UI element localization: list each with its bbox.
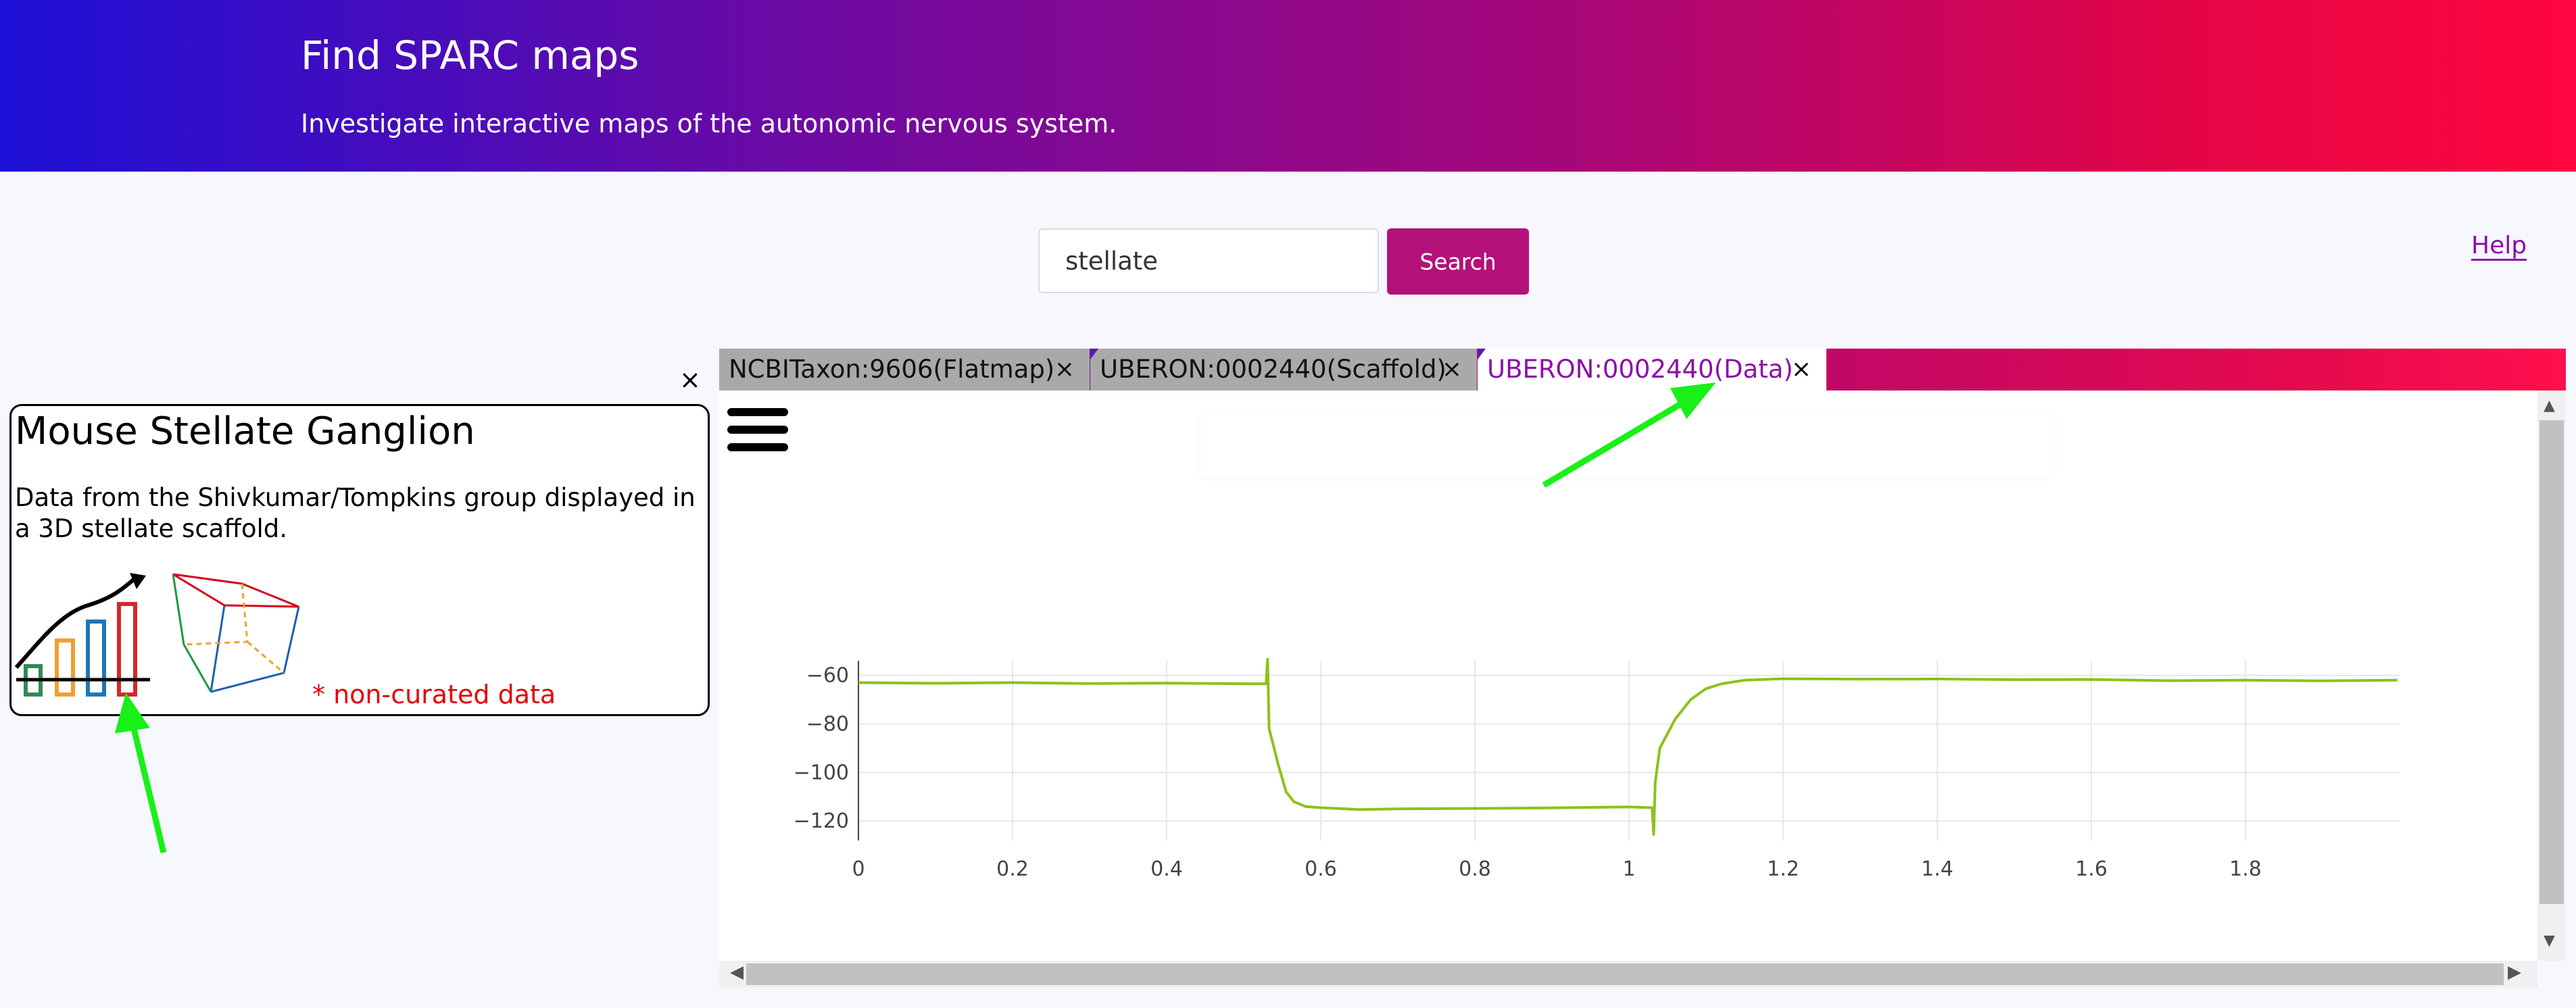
y-tick-label: −100 [794, 761, 849, 784]
dataset-thumbnail[interactable] [14, 566, 304, 701]
tab-close-icon[interactable]: × [1442, 349, 1462, 390]
tab-label: UBERON:0002440(Scaffold) [1100, 355, 1447, 384]
plot-title-area [1200, 415, 2053, 477]
scroll-right-icon[interactable]: ▶ [2508, 962, 2521, 982]
y-tick-label: −60 [806, 664, 849, 688]
page-subtitle: Investigate interactive maps of the auto… [301, 109, 1117, 138]
info-panel-description: Data from the Shivkumar/Tompkins group d… [15, 483, 696, 543]
scroll-left-icon[interactable]: ◀ [730, 962, 744, 982]
search-input[interactable] [1038, 228, 1379, 293]
header-banner: Find SPARC maps Investigate interactive … [0, 0, 2576, 172]
x-tick-label: 1.6 [2075, 857, 2108, 881]
chart-thumbnail-icon [14, 573, 150, 697]
vertical-scrollbar-thumb[interactable] [2539, 420, 2564, 904]
tab-divider-marker [1478, 349, 1486, 359]
tab-close-icon[interactable]: × [1054, 349, 1075, 390]
x-tick-label: 0.6 [1305, 857, 1337, 881]
x-tick-label: 0.8 [1459, 857, 1491, 881]
tab-scaffold[interactable]: UBERON:0002440(Scaffold) × [1090, 349, 1477, 390]
horizontal-scrollbar-thumb[interactable] [746, 963, 2504, 985]
tab-label: NCBITaxon:9606(Flatmap) [729, 355, 1055, 384]
search-button[interactable]: Search [1387, 228, 1529, 295]
x-tick-label: 1 [1622, 857, 1635, 881]
cube-scaffold-icon [172, 573, 300, 693]
close-info-panel-icon[interactable]: × [679, 365, 701, 395]
x-tick-label: 0.2 [996, 857, 1029, 881]
x-tick-label: 1.8 [2229, 857, 2262, 881]
hamburger-icon[interactable] [727, 407, 789, 454]
voltage-trace-chart[interactable]: 0 0.2 0.4 0.6 0.8 1 1.2 1.4 1.6 1.8 −60 −80 −100 −120 [784, 658, 2406, 894]
help-link[interactable]: Help [2471, 232, 2527, 259]
page-title: Find SPARC maps [301, 32, 639, 78]
y-tick-label: −120 [794, 809, 849, 833]
scroll-up-icon[interactable]: ▲ [2544, 397, 2555, 414]
voltage-trace-line [858, 658, 2398, 836]
tab-flatmap[interactable]: NCBITaxon:9606(Flatmap) × [719, 349, 1090, 390]
y-tick-label: −80 [806, 712, 849, 736]
x-tick-label: 0 [852, 857, 865, 881]
tab-label: UBERON:0002440(Data) [1487, 355, 1793, 384]
x-tick-label: 1.2 [1767, 857, 1799, 881]
tab-divider-marker [1090, 349, 1098, 359]
x-tick-label: 1.4 [1921, 857, 1953, 881]
annotation-arrow [114, 692, 167, 854]
info-panel-title: Mouse Stellate Ganglion [15, 409, 475, 453]
x-tick-label: 0.4 [1150, 857, 1183, 881]
non-curated-note: * non-curated data [312, 680, 556, 709]
tab-close-icon[interactable]: × [1791, 349, 1812, 390]
scroll-down-icon[interactable]: ▼ [2544, 932, 2555, 949]
tab-data[interactable]: UBERON:0002440(Data) × [1478, 349, 1826, 390]
